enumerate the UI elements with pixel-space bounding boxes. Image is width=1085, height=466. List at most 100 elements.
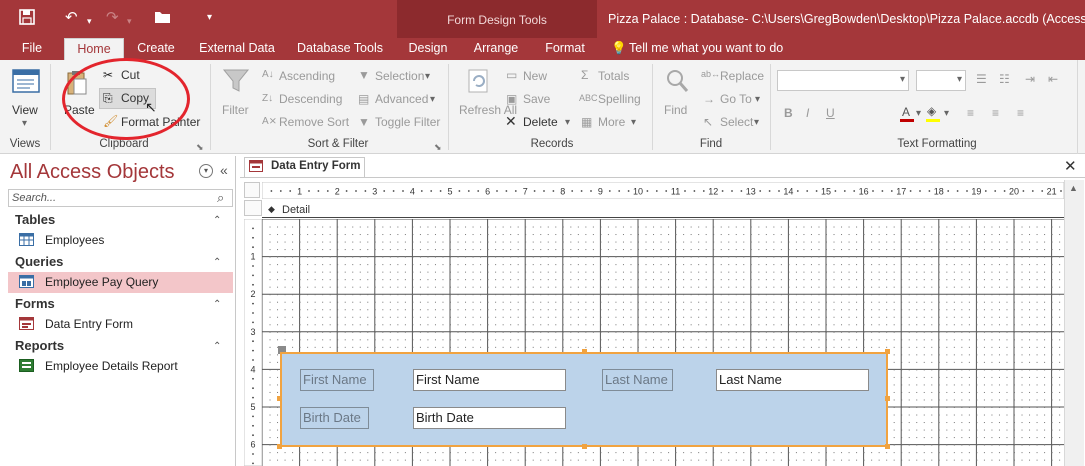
delete-icon[interactable]: ✕ bbox=[505, 114, 517, 128]
vertical-scrollbar[interactable] bbox=[1064, 180, 1084, 466]
tab-create[interactable]: Create bbox=[130, 38, 182, 60]
ruler-tick bbox=[872, 190, 874, 192]
tab-design[interactable]: Design bbox=[402, 38, 454, 60]
ruler-tick bbox=[252, 246, 254, 249]
toggle-filter-icon: ▼ bbox=[358, 115, 370, 129]
resize-handle-bottom[interactable] bbox=[582, 444, 587, 449]
delete-dropdown-icon[interactable]: ▾ bbox=[565, 117, 570, 128]
selection-dropdown-icon: ▾ bbox=[425, 71, 431, 82]
font-name-dropdown-icon[interactable]: ▾ bbox=[900, 74, 905, 85]
tab-arrange[interactable]: Arrange bbox=[466, 38, 526, 60]
section-reports-collapse-icon[interactable]: ⌃ bbox=[213, 341, 221, 352]
section-arrow-icon: ◆ bbox=[268, 204, 275, 214]
resize-handle-bottom-left[interactable] bbox=[277, 444, 282, 449]
birth-date-textbox[interactable]: Birth Date bbox=[413, 407, 566, 429]
ruler-tick bbox=[252, 359, 254, 361]
nav-item-data-entry-form[interactable]: Data Entry Form bbox=[8, 314, 233, 335]
ruler-tick bbox=[1041, 190, 1044, 192]
resize-handle-top-right[interactable] bbox=[885, 349, 890, 354]
ruler-tick bbox=[252, 283, 254, 286]
redo-icon: ↷ bbox=[106, 9, 119, 26]
ruler-tick bbox=[796, 190, 799, 192]
font-color-dropdown-icon[interactable]: ▾ bbox=[916, 108, 921, 119]
ruler-tick bbox=[928, 190, 931, 192]
clipboard-launcher-icon[interactable]: ⬊ bbox=[196, 140, 204, 154]
undo-icon[interactable]: ↶ bbox=[65, 9, 78, 27]
font-name-select[interactable] bbox=[777, 70, 909, 91]
ruler-tick bbox=[909, 190, 912, 192]
nav-collapse-icon[interactable]: « bbox=[220, 162, 228, 178]
last-name-textbox[interactable]: Last Name bbox=[716, 369, 869, 391]
first-name-label[interactable]: First Name bbox=[300, 369, 374, 391]
save-icon[interactable] bbox=[19, 9, 35, 30]
nav-search-input[interactable]: Search... bbox=[12, 192, 56, 204]
customize-toolbar-icon[interactable]: ▾ bbox=[207, 9, 212, 27]
nav-menu-icon[interactable]: ▾ bbox=[199, 164, 213, 178]
scroll-up-icon[interactable]: ▲ bbox=[1069, 183, 1078, 193]
ruler-number: 12 bbox=[708, 187, 718, 197]
delete-button[interactable]: Delete bbox=[523, 115, 558, 129]
view-button[interactable]: View bbox=[12, 103, 38, 117]
detail-section-bar[interactable] bbox=[262, 202, 1064, 218]
fill-color-dropdown-icon[interactable]: ▾ bbox=[944, 108, 949, 119]
last-name-label[interactable]: Last Name bbox=[602, 369, 673, 391]
section-reports[interactable]: Reports bbox=[15, 338, 64, 353]
selection-icon: ▼ bbox=[358, 68, 370, 82]
tab-external-data[interactable]: External Data bbox=[194, 38, 280, 60]
ruler-tick bbox=[252, 396, 254, 399]
search-icon[interactable]: ⌕ bbox=[217, 190, 224, 206]
resize-handle-top[interactable] bbox=[582, 349, 587, 354]
nav-item-employee-details-report[interactable]: Employee Details Report bbox=[8, 356, 233, 377]
section-selector[interactable] bbox=[244, 200, 262, 216]
selected-control-group[interactable] bbox=[280, 352, 888, 447]
section-queries[interactable]: Queries bbox=[15, 254, 63, 269]
section-tables-collapse-icon[interactable]: ⌃ bbox=[213, 215, 221, 226]
tell-me-box[interactable]: Tell me what you want to do bbox=[629, 38, 799, 60]
ruler-tick bbox=[646, 190, 649, 192]
first-name-textbox[interactable]: First Name bbox=[413, 369, 566, 391]
view-icon[interactable] bbox=[12, 68, 40, 94]
form-selector[interactable] bbox=[244, 182, 260, 198]
open-folder-icon[interactable] bbox=[154, 9, 171, 29]
nav-item-employee-pay-query[interactable]: Employee Pay Query bbox=[8, 272, 233, 293]
ruler-tick bbox=[1022, 190, 1025, 192]
ruler-number: 19 bbox=[971, 187, 981, 197]
ruler-tick bbox=[1031, 190, 1034, 192]
ruler-tick bbox=[919, 190, 921, 192]
ruler-number: 4 bbox=[250, 364, 255, 374]
vertical-ruler: 1 2 3 4 5 6 bbox=[244, 219, 262, 466]
section-queries-collapse-icon[interactable]: ⌃ bbox=[213, 257, 221, 268]
nav-title: All Access Objects bbox=[10, 161, 175, 183]
tab-file[interactable]: File bbox=[12, 38, 52, 60]
close-document-icon[interactable]: ✕ bbox=[1064, 157, 1077, 175]
resize-handle-left[interactable] bbox=[277, 396, 282, 401]
ruler-number: 9 bbox=[598, 187, 603, 197]
section-forms-collapse-icon[interactable]: ⌃ bbox=[213, 299, 221, 310]
ruler-tick bbox=[383, 190, 386, 192]
ruler-tick bbox=[270, 190, 273, 192]
fill-color-icon[interactable]: ◈ bbox=[927, 104, 936, 118]
ruler-tick bbox=[252, 312, 254, 314]
view-dropdown-icon[interactable]: ▾ bbox=[22, 118, 27, 129]
resize-handle-right[interactable] bbox=[885, 396, 890, 401]
font-color-icon[interactable]: A bbox=[902, 105, 910, 119]
section-tables[interactable]: Tables bbox=[15, 212, 55, 227]
ruler-number: 16 bbox=[859, 187, 869, 197]
ruler-tick bbox=[580, 190, 583, 192]
list-numbers-icon: ☷ bbox=[999, 72, 1010, 86]
nav-item-label: Employee Pay Query bbox=[45, 275, 159, 289]
tab-format[interactable]: Format bbox=[537, 38, 593, 60]
ruler-tick bbox=[533, 190, 536, 192]
nav-item-employees[interactable]: Employees bbox=[8, 230, 233, 251]
tab-database-tools[interactable]: Database Tools bbox=[291, 38, 389, 60]
section-forms[interactable]: Forms bbox=[15, 296, 55, 311]
redo-dropdown-icon: ▾ bbox=[127, 16, 132, 26]
ruler-number: 15 bbox=[821, 187, 831, 197]
indent-icon: ⇥ bbox=[1025, 72, 1036, 86]
tab-home[interactable]: Home bbox=[64, 38, 124, 60]
font-size-dropdown-icon[interactable]: ▾ bbox=[957, 74, 962, 85]
birth-date-label[interactable]: Birth Date bbox=[300, 407, 369, 429]
resize-handle-bottom-right[interactable] bbox=[885, 444, 890, 449]
select-dropdown-icon: ▾ bbox=[754, 117, 760, 128]
undo-dropdown-icon[interactable]: ▾ bbox=[87, 12, 92, 30]
